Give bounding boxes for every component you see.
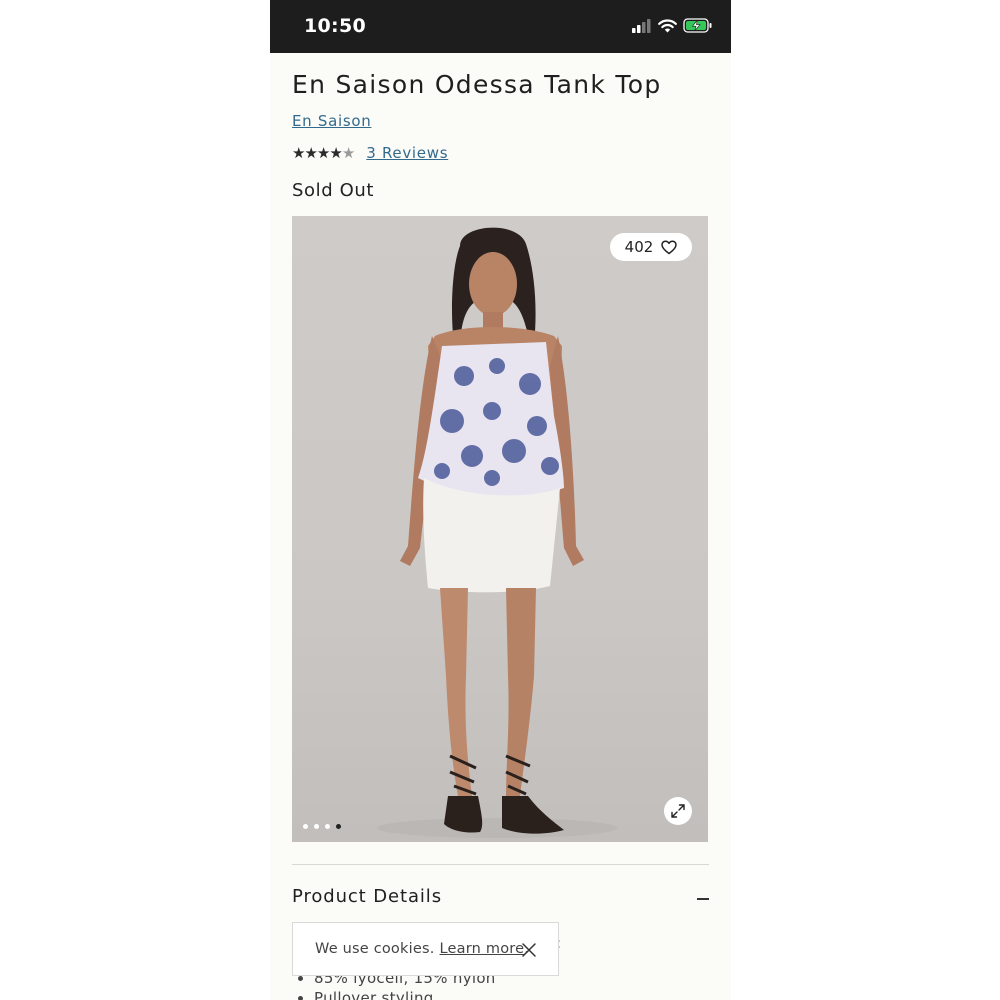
wifi-icon: [658, 18, 677, 32]
cookie-text: We use cookies.: [315, 941, 435, 957]
expand-icon: [671, 804, 685, 818]
learn-more-link[interactable]: Learn more: [440, 941, 525, 957]
phone-screen: 10:50 En Saison Odessa Tank Top En Saiso…: [270, 0, 731, 1000]
star-empty-icon: ★: [341, 144, 355, 162]
carousel-dot[interactable]: [325, 824, 330, 829]
carousel-dots: [303, 824, 341, 829]
battery-charging-icon: [683, 18, 712, 33]
status-time: 10:50: [304, 15, 366, 37]
star-filled-icon: ★: [316, 144, 330, 162]
product-details-header[interactable]: Product Details: [292, 886, 442, 907]
brand-link[interactable]: En Saison: [292, 112, 371, 130]
details-item: Pullover styling: [314, 988, 496, 1000]
cellular-signal-icon: [632, 18, 651, 33]
favorite-button[interactable]: 402: [610, 233, 692, 261]
rating-row: ★★★★★ 3 Reviews: [292, 143, 448, 163]
rating-stars: ★★★★★: [292, 144, 355, 162]
stock-status: Sold Out: [292, 180, 375, 201]
star-filled-icon: ★: [292, 144, 305, 162]
product-photo: [377, 227, 617, 838]
favorites-count: 402: [624, 238, 654, 256]
star-filled-icon: ★: [304, 144, 317, 162]
carousel-dot[interactable]: [303, 824, 308, 829]
section-divider: [292, 864, 709, 865]
carousel-dot[interactable]: [314, 824, 319, 829]
status-icons: [632, 18, 713, 33]
expand-image-button[interactable]: [664, 797, 692, 825]
collapse-icon[interactable]: [697, 898, 709, 900]
close-icon[interactable]: [521, 942, 537, 958]
heart-icon: [661, 239, 678, 254]
carousel-dot-active[interactable]: [336, 824, 341, 829]
product-image-carousel[interactable]: 402: [292, 216, 708, 842]
star-filled-icon: ★: [329, 144, 342, 162]
status-bar: 10:50: [270, 0, 731, 53]
product-title: En Saison Odessa Tank Top: [292, 70, 662, 99]
reviews-link[interactable]: 3 Reviews: [366, 144, 448, 162]
cookie-banner: We use cookies. Learn more .: [292, 922, 559, 976]
